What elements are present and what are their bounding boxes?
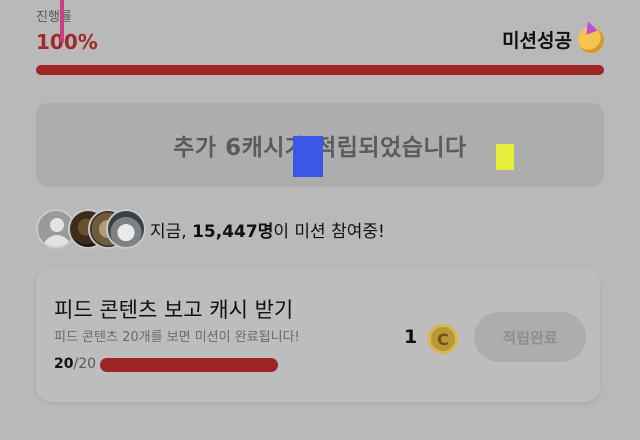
mission-count-current: 20 (54, 356, 74, 372)
participants-prefix: 지금, (150, 221, 193, 242)
blue-marker (293, 136, 323, 177)
progress-header: 진행률 100% 미션성공 (36, 4, 604, 54)
mission-success-status: 미션성공 (502, 26, 604, 53)
yellow-marker (496, 144, 514, 170)
mission-title: 피드 콘텐츠 보고 캐시 받기 (54, 298, 294, 322)
pink-marker (60, 0, 64, 42)
participants-row: 지금, 15,447명이 미션 참여중! (36, 207, 385, 251)
mission-progress-bar (100, 358, 278, 372)
mission-card: 피드 콘텐츠 보고 캐시 받기 피드 콘텐츠 20개를 보면 미션이 완료됩니다… (36, 268, 600, 402)
progress-percentage: 100% (36, 30, 98, 54)
mission-count-total: /20 (73, 356, 97, 372)
earn-complete-button[interactable]: 적립완료 (474, 312, 586, 362)
mission-description: 피드 콘텐츠 20개를 보면 미션이 완료됩니다! (54, 330, 300, 345)
overall-progress-bar (36, 65, 604, 75)
coin-icon: C (428, 324, 458, 354)
reward-amount: 1 (404, 326, 418, 348)
participants-count: 15,447명 (192, 221, 274, 242)
progress-caption: 진행률 (36, 10, 72, 25)
avatar (106, 209, 146, 249)
mission-success-label: 미션성공 (502, 30, 572, 52)
participants-count-text: 지금, 15,447명이 미션 참여중! (150, 217, 385, 242)
party-face-icon (578, 26, 604, 53)
mission-progress-count: 20/20 (54, 356, 96, 372)
participant-avatars (36, 209, 146, 249)
participants-suffix: 이 미션 참여중! (273, 221, 385, 242)
